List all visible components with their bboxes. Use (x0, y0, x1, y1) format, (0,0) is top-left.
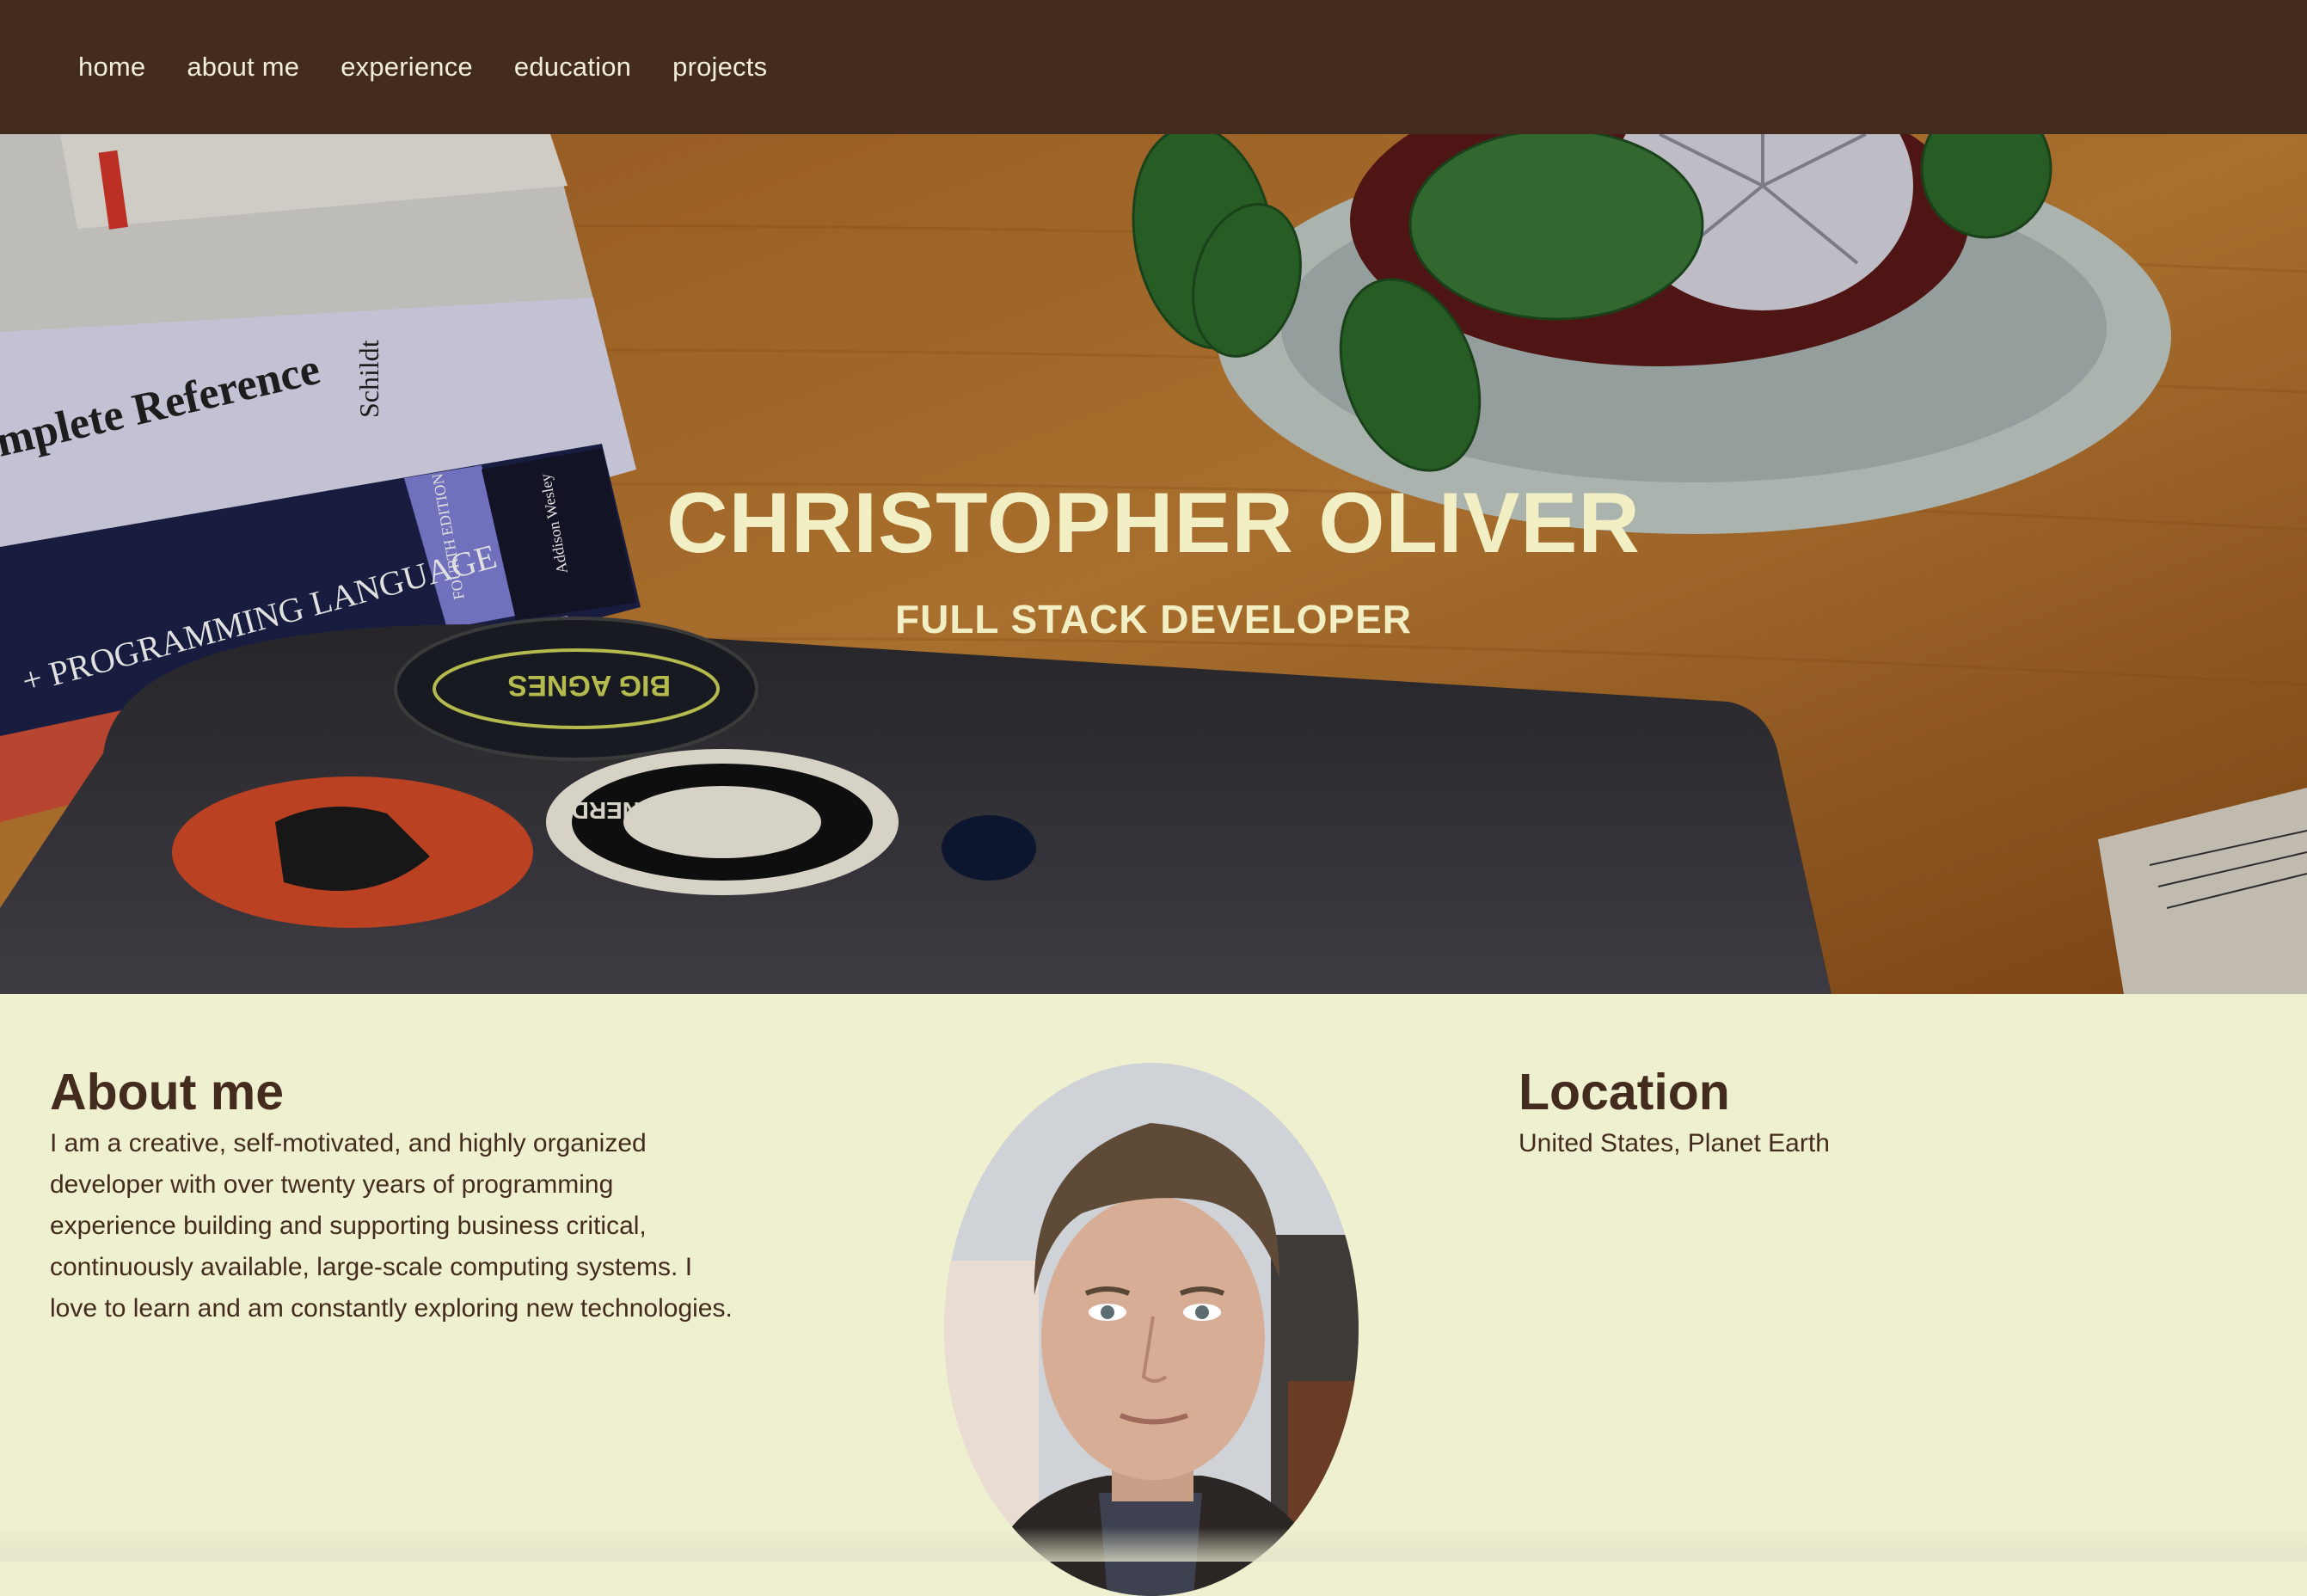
location-text: United States, Planet Earth (1519, 1129, 1830, 1157)
profile-photo (944, 1063, 1359, 1596)
nav-education[interactable]: education (514, 52, 631, 83)
about-section: About me I am a creative, self-motivated… (0, 994, 2307, 1596)
hero-title: CHRISTOPHER OLIVER (666, 475, 1641, 570)
location-heading: Location (1519, 1064, 1730, 1120)
about-line: love to learn and am constantly explorin… (50, 1294, 733, 1323)
bottom-shadow (0, 1527, 2307, 1562)
nav-home[interactable]: home (78, 52, 145, 83)
top-nav: home about me experience education proje… (0, 0, 2307, 134)
about-heading: About me (50, 1064, 285, 1120)
about-paragraph: I am a creative, self-motivated, and hig… (50, 1123, 807, 1329)
nav-about-me[interactable]: about me (187, 52, 299, 83)
about-line: experience building and supporting busin… (50, 1212, 647, 1240)
about-line: developer with over twenty years of prog… (50, 1170, 614, 1199)
nav-experience[interactable]: experience (341, 52, 473, 83)
nav-projects[interactable]: projects (672, 52, 767, 83)
hero-banner: mplete Reference Schildt + PROGRAMMING L… (0, 134, 2307, 994)
about-line: I am a creative, self-motivated, and hig… (50, 1129, 647, 1157)
about-line: continuously available, large-scale comp… (50, 1253, 693, 1281)
hero-subtitle: FULL STACK DEVELOPER (895, 597, 1412, 641)
